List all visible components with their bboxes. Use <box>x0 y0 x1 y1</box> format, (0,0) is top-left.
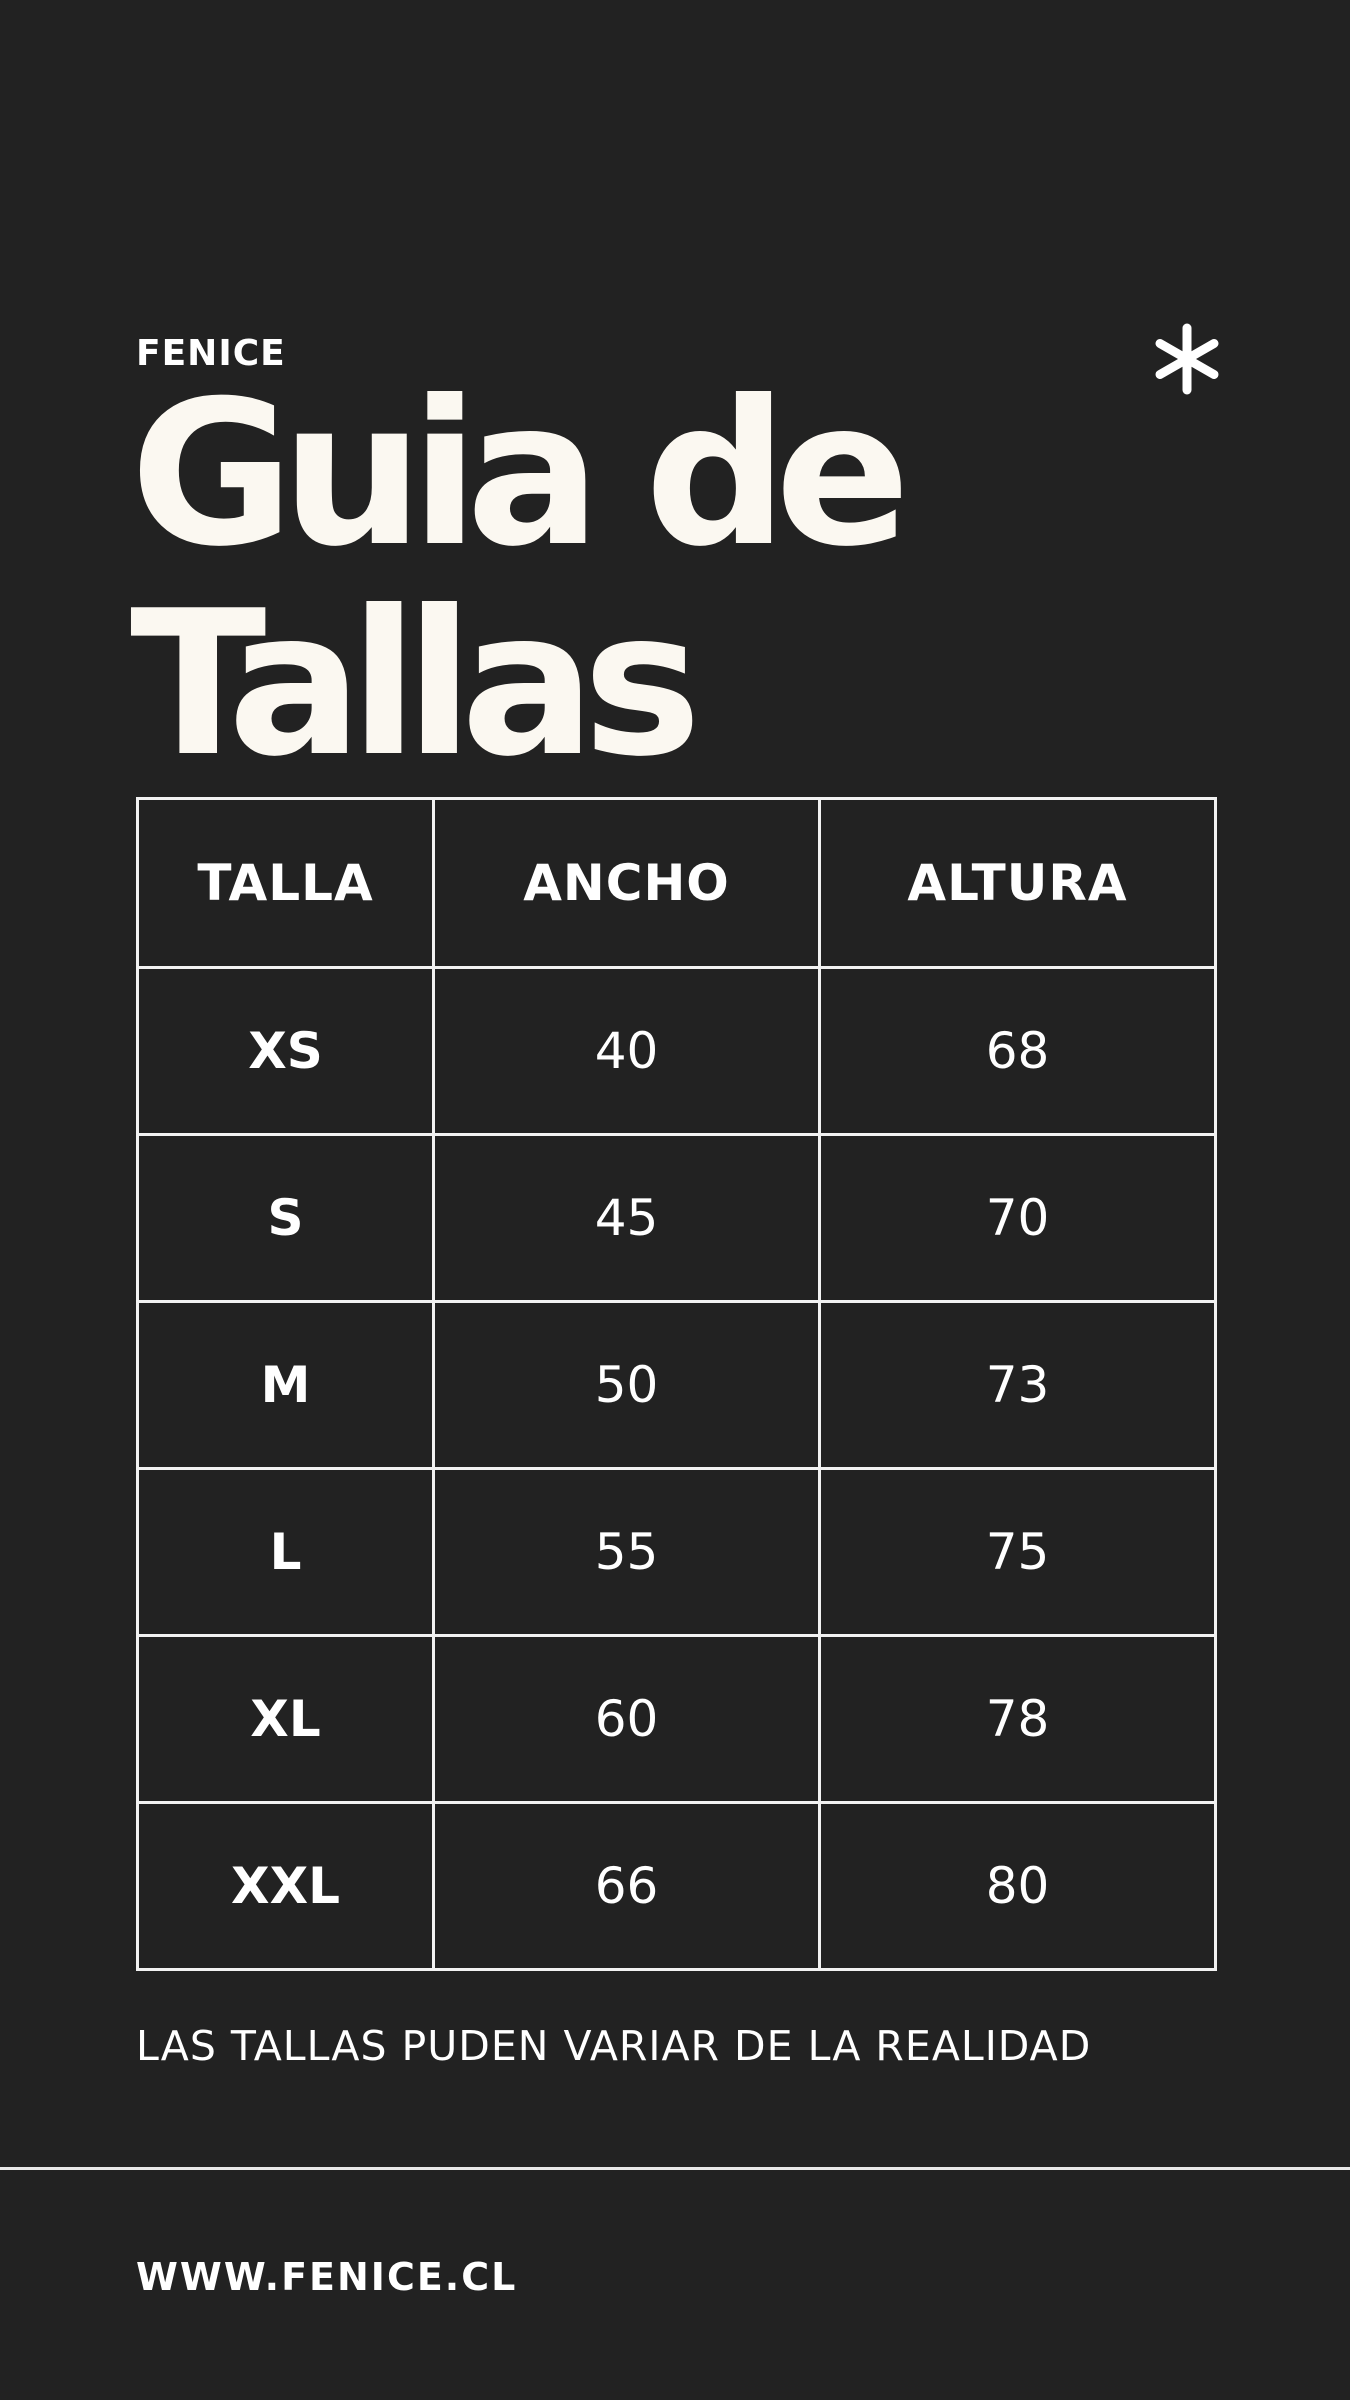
ancho-cell: 66 <box>432 1801 821 1971</box>
size-cell: L <box>136 1467 435 1637</box>
altura-cell: 68 <box>818 966 1217 1136</box>
altura-cell: 80 <box>818 1801 1217 1971</box>
column-header-talla: TALLA <box>136 797 435 969</box>
table-header-row: TALLA ANCHO ALTURA <box>136 797 1217 969</box>
title-line-1: Guia de <box>130 358 910 591</box>
size-disclaimer: LAS TALLAS PUDEN VARIAR DE LA REALIDAD <box>136 2022 1092 2070</box>
ancho-cell: 45 <box>432 1133 821 1303</box>
size-table: TALLA ANCHO ALTURA XS 40 68 S 45 70 M 50… <box>136 797 1217 1971</box>
divider <box>0 2167 1350 2170</box>
page-title: Guia de Tallas <box>130 358 910 801</box>
size-cell: M <box>136 1300 435 1470</box>
column-header-altura: ALTURA <box>818 797 1217 969</box>
ancho-cell: 60 <box>432 1634 821 1804</box>
table-row: S 45 70 <box>136 1133 1217 1303</box>
table-row: XXL 66 80 <box>136 1801 1217 1971</box>
table-row: M 50 73 <box>136 1300 1217 1470</box>
size-cell: XS <box>136 966 435 1136</box>
altura-cell: 78 <box>818 1634 1217 1804</box>
asterisk-icon <box>1150 322 1224 396</box>
table-row: XS 40 68 <box>136 966 1217 1136</box>
table-row: L 55 75 <box>136 1467 1217 1637</box>
size-cell: S <box>136 1133 435 1303</box>
column-header-ancho: ANCHO <box>432 797 821 969</box>
size-cell: XL <box>136 1634 435 1804</box>
ancho-cell: 50 <box>432 1300 821 1470</box>
altura-cell: 75 <box>818 1467 1217 1637</box>
title-line-2: Tallas <box>130 568 702 801</box>
size-cell: XXL <box>136 1801 435 1971</box>
table-row: XL 60 78 <box>136 1634 1217 1804</box>
ancho-cell: 40 <box>432 966 821 1136</box>
website-link[interactable]: WWW.FENICE.CL <box>136 2258 517 2296</box>
altura-cell: 70 <box>818 1133 1217 1303</box>
ancho-cell: 55 <box>432 1467 821 1637</box>
altura-cell: 73 <box>818 1300 1217 1470</box>
